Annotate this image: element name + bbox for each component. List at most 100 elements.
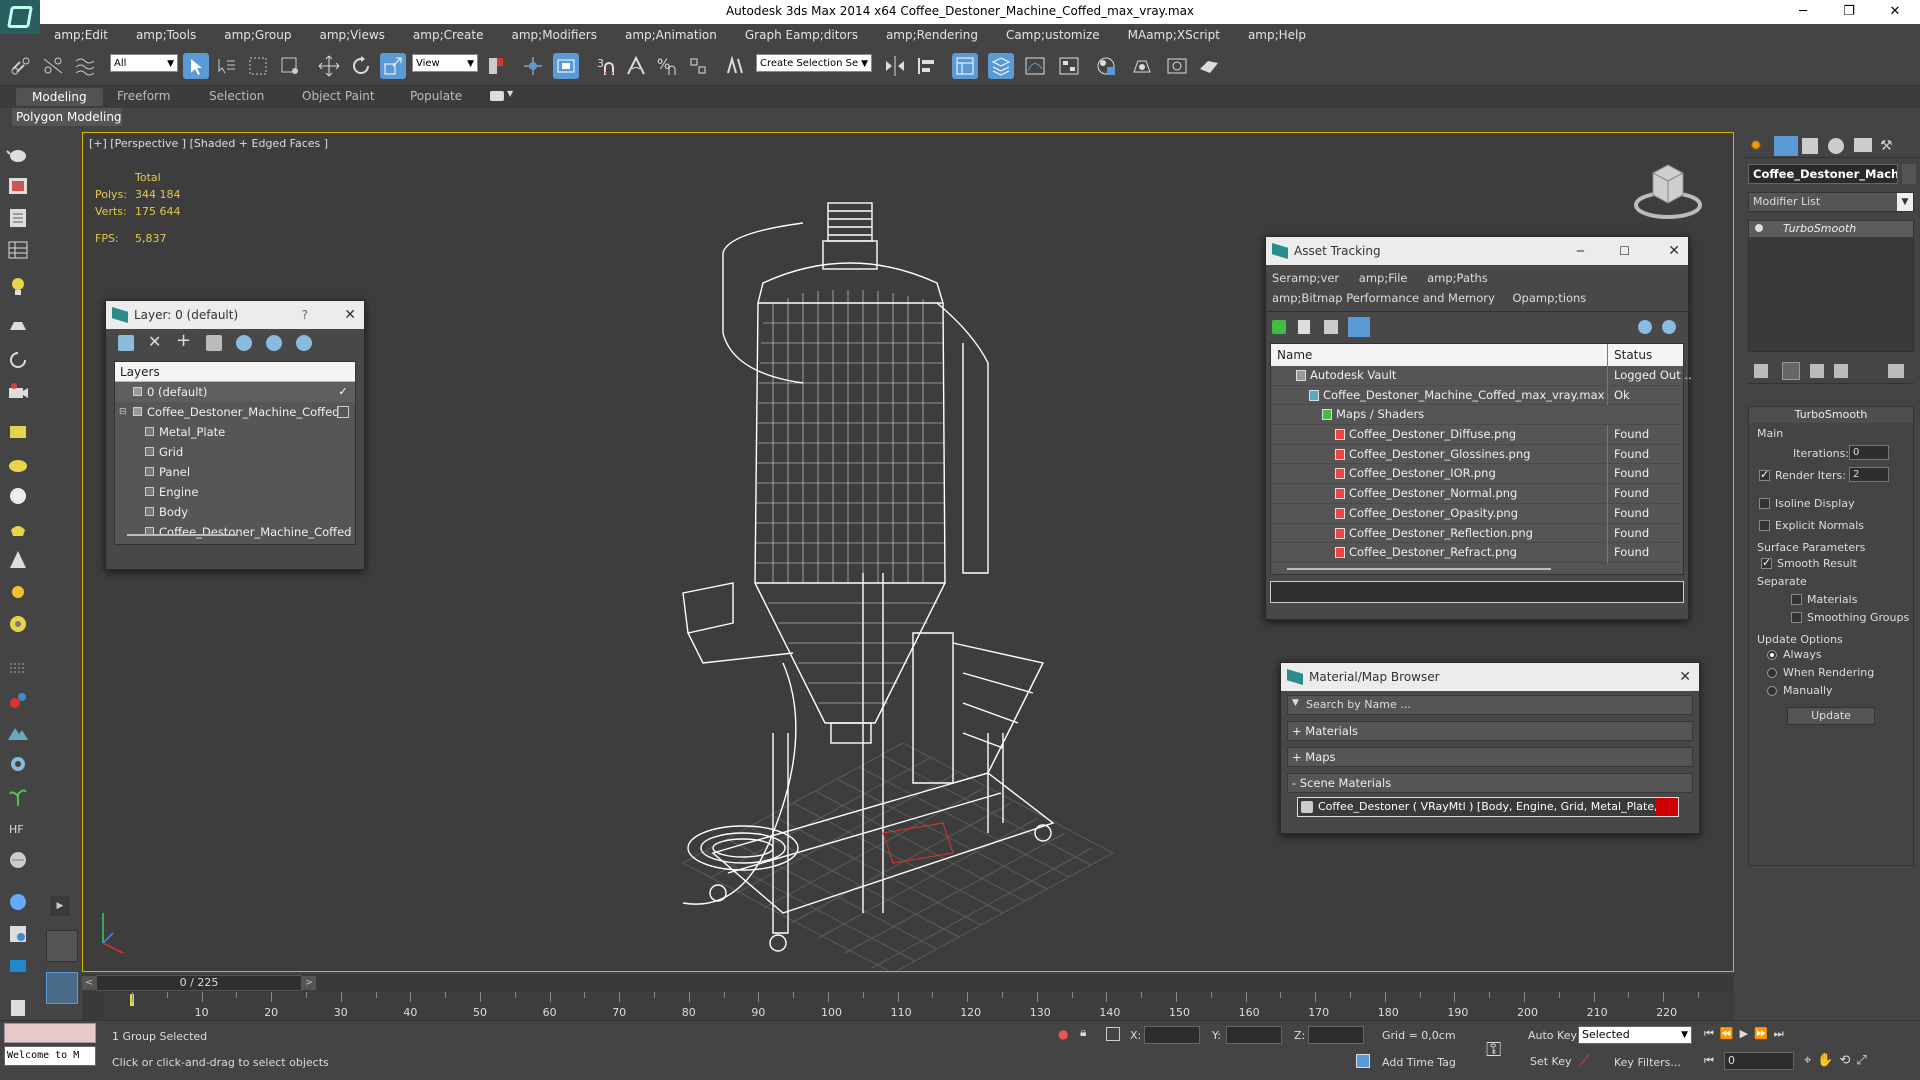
update-manually-radio[interactable]	[1767, 686, 1777, 696]
chevron-down-icon[interactable]: ▼	[507, 89, 513, 98]
maximize-button[interactable]: ❐	[1826, 0, 1872, 24]
time-slider[interactable]: < 0 / 225 >	[82, 974, 1734, 992]
render-production-icon[interactable]	[1196, 53, 1222, 79]
spinner-snap-icon[interactable]	[685, 53, 711, 79]
layer-row[interactable]: Body	[115, 502, 355, 522]
make-unique-icon[interactable]	[1810, 364, 1824, 378]
asset-row[interactable]: Autodesk Vault Logged Out ..	[1271, 366, 1692, 386]
named-selection-dropdown[interactable]: Create Selection Se ▼	[756, 54, 872, 72]
rotate-icon[interactable]	[348, 53, 374, 79]
tab-populate[interactable]: Populate	[410, 89, 462, 103]
rectangular-selection-icon[interactable]	[245, 53, 271, 79]
set-key-button[interactable]: Set Key	[1530, 1055, 1572, 1068]
layer-row[interactable]: Coffee_Destoner_Machine_Coffed ⊟	[115, 402, 355, 422]
x-coordinate-field[interactable]	[1144, 1026, 1200, 1044]
key-filters-button[interactable]: Key Filters...	[1614, 1056, 1681, 1069]
menu-animation[interactable]: amp;Animation	[611, 28, 731, 42]
add-time-tag-label[interactable]: Add Time Tag	[1382, 1056, 1456, 1069]
create-tab-icon[interactable]: ✹	[1750, 138, 1762, 154]
asset-window-titlebar[interactable]: Asset Tracking ─ ☐ ✕	[1266, 237, 1688, 265]
current-frame-field[interactable]: 0	[1724, 1052, 1794, 1070]
grid-view-icon[interactable]	[1348, 317, 1370, 337]
freeze-layers-icon[interactable]	[296, 335, 312, 351]
script-icon[interactable]	[6, 996, 30, 1020]
material-map-browser-window[interactable]: Material/Map Browser ✕ ▼ Search by Name …	[1280, 662, 1700, 834]
app-logo-icon[interactable]	[0, 0, 40, 34]
menu-tools[interactable]: amp;Tools	[122, 28, 210, 42]
separate-materials-checkbox[interactable]	[1791, 594, 1802, 605]
light-bulb-icon[interactable]	[1755, 224, 1763, 232]
menu-create[interactable]: amp;Create	[399, 28, 498, 42]
asset-row[interactable]: Coffee_Destoner_Machine_Coffed_max_vray.…	[1271, 385, 1683, 406]
material-search-bar[interactable]: ▼ Search by Name ...	[1287, 695, 1693, 715]
collapse-icon[interactable]: ⊟	[119, 402, 127, 422]
disc-icon[interactable]	[6, 612, 30, 636]
paint-icon[interactable]	[6, 688, 30, 712]
y-coordinate-field[interactable]	[1226, 1026, 1282, 1044]
align-icon[interactable]	[914, 53, 940, 79]
list-icon[interactable]	[6, 206, 30, 230]
search-options-icon[interactable]: ▼	[1292, 698, 1299, 708]
camera-icon[interactable]	[6, 380, 30, 404]
object-color-swatch[interactable]	[1902, 164, 1916, 184]
expand-arrow-icon[interactable]: ▶	[50, 896, 70, 916]
layer-row[interactable]: Engine	[115, 482, 355, 502]
next-frame-arrow-icon[interactable]: >	[302, 976, 316, 990]
scale-icon[interactable]	[380, 53, 406, 79]
material-editor-icon[interactable]	[1093, 53, 1119, 79]
gear-icon[interactable]	[6, 752, 30, 776]
hierarchy-tab-icon[interactable]	[1802, 138, 1818, 154]
close-button[interactable]: ✕	[1872, 0, 1918, 24]
key-icon[interactable]: ⚿	[1486, 1037, 1501, 1061]
pivot-center-icon[interactable]	[483, 53, 509, 79]
pin-stack-icon[interactable]	[1754, 364, 1768, 378]
menu-views[interactable]: amp;Views	[305, 28, 398, 42]
iterations-spinner[interactable]: 0	[1849, 445, 1889, 460]
refresh-icon[interactable]	[6, 348, 30, 372]
material-window-close-button[interactable]: ✕	[1679, 663, 1691, 691]
grid-panel-icon[interactable]	[6, 238, 30, 262]
update-always-radio[interactable]	[1767, 650, 1777, 660]
asset-row[interactable]: Maps / Shaders	[1271, 405, 1683, 426]
menu-maxscript[interactable]: MAamp;XScript	[1114, 28, 1234, 42]
asset-menu-bitmap-performance[interactable]: amp;Bitmap Performance and Memory	[1272, 291, 1495, 305]
render-setup-icon[interactable]	[1130, 53, 1156, 79]
lock-selection-icon[interactable]: 🔒︎	[1080, 1025, 1086, 1040]
key-set-dropdown[interactable]: Selected ▼	[1578, 1026, 1692, 1044]
keyboard-shortcut-override-icon[interactable]	[553, 53, 579, 79]
material-window-titlebar[interactable]: Material/Map Browser ✕	[1281, 663, 1699, 691]
tab-freeform[interactable]: Freeform	[117, 89, 170, 103]
search-input[interactable]: Search by Name ...	[1306, 698, 1411, 711]
maps-section[interactable]: + Maps	[1287, 747, 1693, 767]
reference-coordinate-dropdown[interactable]: View ▼	[412, 54, 478, 72]
window-crossing-icon[interactable]	[277, 53, 303, 79]
light-bulb-icon[interactable]	[6, 274, 30, 298]
menu-graph-editors[interactable]: Graph Eamp;ditors	[731, 28, 872, 42]
viewport-layout-active-thumb[interactable]	[46, 972, 78, 1004]
update-button[interactable]: Update	[1787, 707, 1875, 725]
layer-row[interactable]: Grid	[115, 442, 355, 462]
rendered-frame-window-icon[interactable]	[1164, 53, 1190, 79]
toggle-layer-explorer-icon[interactable]	[988, 53, 1014, 79]
hand-icon[interactable]	[6, 516, 30, 540]
select-object-icon[interactable]	[183, 53, 209, 79]
layer-list-scrollbar[interactable]	[127, 534, 237, 536]
selection-filter-dropdown[interactable]: All ▼	[110, 54, 178, 72]
curve-editor-icon[interactable]	[1022, 53, 1048, 79]
render-frame-icon[interactable]	[6, 922, 30, 946]
help-icon[interactable]: ?	[302, 301, 308, 329]
minimize-button[interactable]: ─	[1780, 0, 1826, 24]
absolute-mode-icon[interactable]	[1106, 1027, 1120, 1041]
playback-controls[interactable]: ⏮⏪▶⏩⏭	[1704, 1027, 1914, 1043]
asset-menu-paths[interactable]: amp;Paths	[1427, 271, 1488, 285]
tab-modeling[interactable]: Modeling	[16, 88, 103, 106]
delete-layer-icon[interactable]: ✕	[148, 332, 161, 351]
render-globe-icon[interactable]	[6, 890, 30, 914]
remove-modifier-icon[interactable]	[1834, 364, 1848, 378]
auto-key-button[interactable]: Auto Key	[1528, 1029, 1577, 1042]
asset-menu-options[interactable]: Opamp;tions	[1512, 291, 1586, 305]
refresh-icon[interactable]	[1272, 320, 1286, 334]
layer-explorer-window[interactable]: Layer: 0 (default) ? ✕ ✕ + Layers 0 (def…	[105, 300, 365, 570]
list-view-icon[interactable]	[1298, 320, 1310, 334]
asset-row[interactable]: Coffee_Destoner_Refract.png Found	[1271, 543, 1683, 563]
